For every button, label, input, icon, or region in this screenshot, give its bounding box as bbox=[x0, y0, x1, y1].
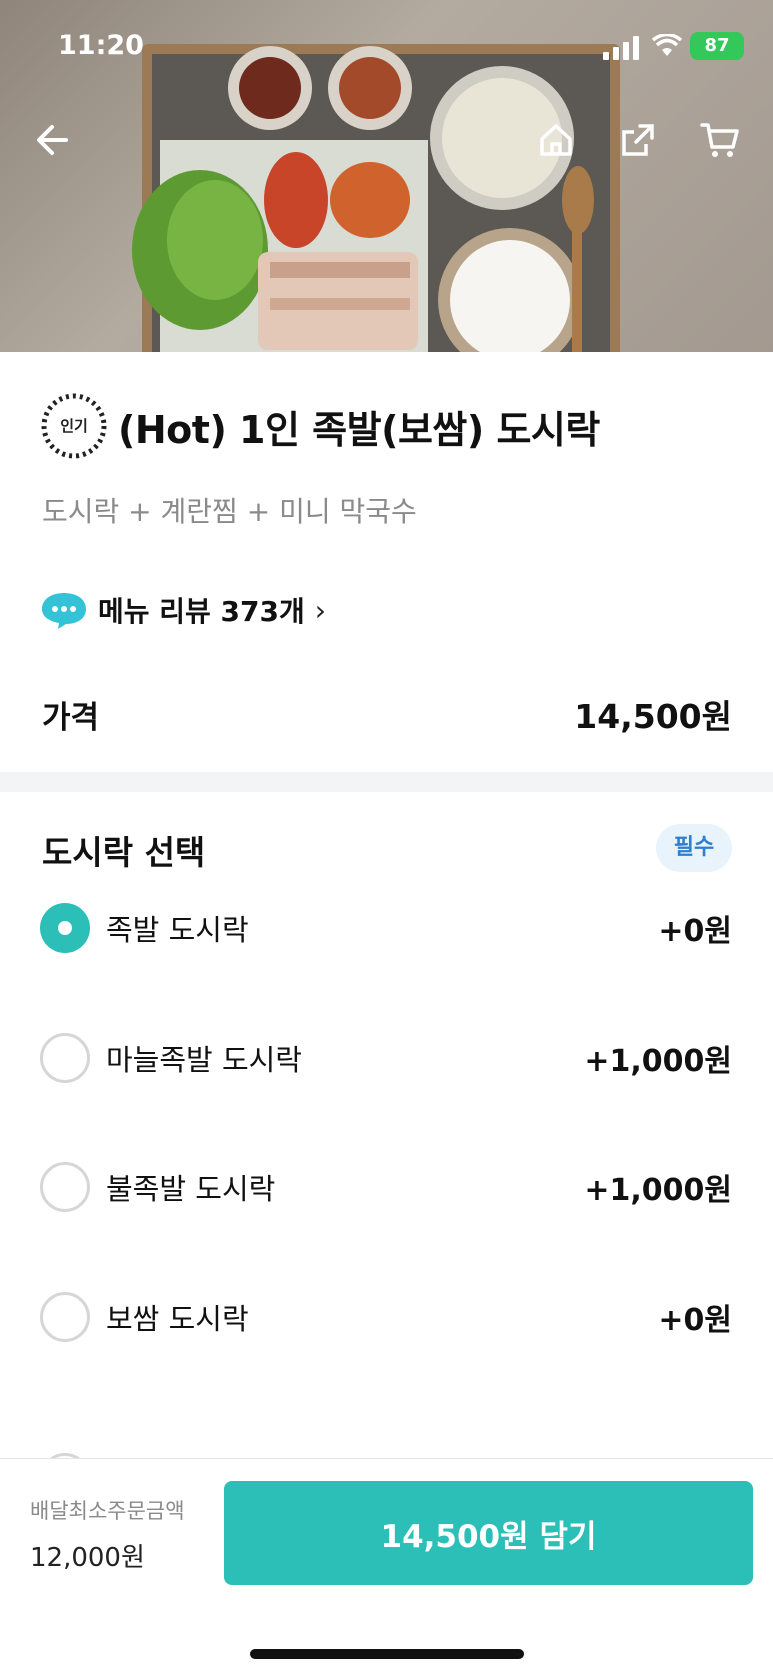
section-divider bbox=[0, 772, 773, 792]
radio-button[interactable] bbox=[40, 1033, 90, 1083]
option-item[interactable]: 불족발 도시락 +1,000원 bbox=[40, 1157, 732, 1217]
speech-bubble-icon bbox=[42, 593, 86, 629]
status-time: 11:20 bbox=[58, 30, 144, 61]
share-icon bbox=[622, 124, 654, 156]
option-price: +0원 bbox=[658, 914, 732, 949]
popular-badge: 인기 bbox=[40, 392, 108, 460]
review-count: 메뉴 리뷰 373개 bbox=[98, 595, 305, 628]
min-order-label: 배달최소주문금액 bbox=[30, 1499, 185, 1523]
home-button[interactable] bbox=[534, 118, 578, 162]
cellular-signal-icon bbox=[603, 36, 639, 60]
popular-badge-label: 인기 bbox=[60, 417, 88, 435]
menu-review-link[interactable]: 메뉴 리뷰 373개 › bbox=[40, 590, 326, 630]
option-name: 족발 도시락 bbox=[106, 913, 249, 947]
option-price: +1,000원 bbox=[584, 1044, 732, 1079]
share-button[interactable] bbox=[616, 118, 660, 162]
wifi-icon bbox=[652, 34, 682, 56]
home-indicator[interactable] bbox=[250, 1649, 524, 1659]
option-name: 마늘족발 도시락 bbox=[106, 1043, 302, 1077]
radio-button[interactable] bbox=[40, 1162, 90, 1212]
price-label: 가격 bbox=[42, 699, 100, 736]
chevron-right-icon: › bbox=[314, 593, 326, 627]
cart-button[interactable] bbox=[698, 118, 742, 162]
option-group-title: 도시락 선택 bbox=[42, 833, 206, 872]
required-badge: 필수 bbox=[656, 824, 732, 872]
back-button[interactable] bbox=[30, 118, 74, 162]
option-item[interactable]: 족발 도시락 +0원 bbox=[40, 898, 732, 958]
menu-description: 도시락 + 계란찜 + 미니 막국수 bbox=[42, 495, 417, 528]
bottom-order-bar: 배달최소주문금액 12,000원 14,500원 담기 bbox=[0, 1458, 773, 1674]
title-row: 인기 (Hot) 1인 족발(보쌈) 도시락 bbox=[40, 392, 600, 460]
option-name: 불족발 도시락 bbox=[106, 1172, 276, 1206]
status-bar: 11:20 87 bbox=[0, 30, 773, 66]
radio-button[interactable] bbox=[40, 1292, 90, 1342]
price-row: 가격 14,500원 bbox=[42, 690, 732, 738]
menu-title: (Hot) 1인 족발(보쌈) 도시락 bbox=[118, 407, 600, 452]
battery-indicator: 87 bbox=[690, 32, 744, 60]
radio-button-selected[interactable] bbox=[40, 903, 90, 953]
price-value: 14,500원 bbox=[574, 697, 732, 736]
add-to-cart-button[interactable]: 14,500원 담기 bbox=[224, 1481, 753, 1585]
option-price: +1,000원 bbox=[584, 1173, 732, 1208]
option-name: 보쌈 도시락 bbox=[106, 1302, 249, 1336]
option-item[interactable]: 마늘족발 도시락 +1,000원 bbox=[40, 1028, 732, 1088]
min-order-value: 12,000원 bbox=[30, 1543, 145, 1573]
home-icon bbox=[540, 124, 572, 156]
back-arrow-icon bbox=[37, 125, 68, 155]
option-price: +0원 bbox=[658, 1303, 732, 1338]
cart-icon bbox=[700, 123, 739, 157]
option-item[interactable]: 보쌈 도시락 +0원 bbox=[40, 1287, 732, 1347]
